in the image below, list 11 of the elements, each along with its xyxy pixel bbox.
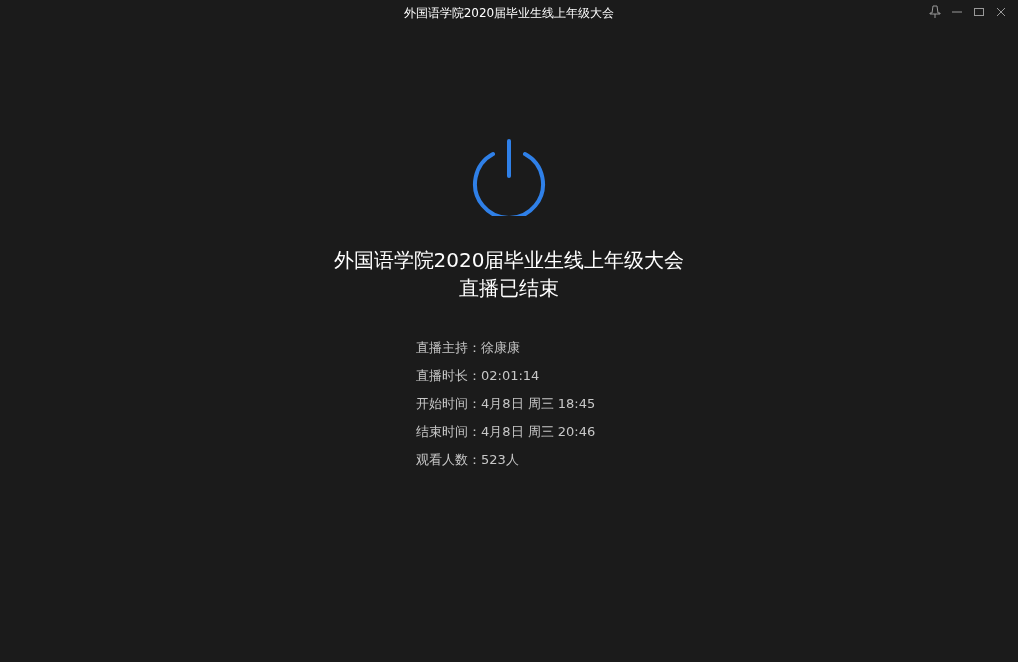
detail-line: 结束时间：4月8日 周三 20:46 xyxy=(416,423,597,441)
detail-line: 开始时间：4月8日 周三 18:45 xyxy=(416,395,597,413)
window-title: 外国语学院2020届毕业生线上年级大会 xyxy=(403,4,615,22)
status-text: 直播已结束 xyxy=(459,275,559,302)
maximize-icon[interactable] xyxy=(972,5,986,19)
detail-line: 直播时长：02:01:14 xyxy=(416,367,541,385)
detail-line: 直播主持：徐康康 xyxy=(416,339,521,357)
event-title: 外国语学院2020届毕业生线上年级大会 xyxy=(333,247,685,274)
close-icon[interactable] xyxy=(994,5,1008,19)
power-icon xyxy=(471,138,547,216)
detail-line: 观看人数：523人 xyxy=(416,451,520,469)
